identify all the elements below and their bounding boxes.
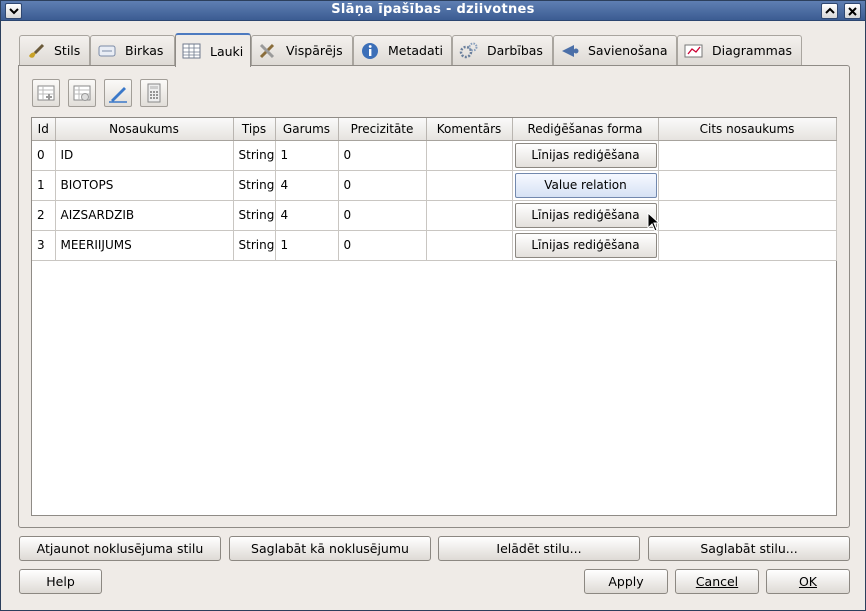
col-header-length[interactable]: Garums — [275, 118, 339, 141]
new-column-icon — [37, 85, 55, 101]
cell-type[interactable]: String — [233, 230, 276, 261]
cell-id[interactable]: 0 — [32, 140, 56, 171]
cell-alias[interactable] — [658, 140, 837, 171]
cell-id[interactable]: 2 — [32, 200, 56, 231]
cell-precision[interactable]: 0 — [338, 200, 427, 231]
load-style-button[interactable]: Ielādēt stilu... — [438, 536, 640, 561]
cell-comment[interactable] — [426, 170, 513, 201]
tab-label: Stils — [54, 43, 81, 58]
col-header-comment[interactable]: Komentārs — [426, 118, 513, 141]
cell-type[interactable]: String — [233, 140, 276, 171]
cell-comment[interactable] — [426, 200, 513, 231]
mouse-cursor-icon — [647, 212, 661, 232]
title-bar[interactable]: Slāņa īpašības - dziivotnes — [1, 1, 865, 21]
col-header-id[interactable]: Id — [32, 118, 56, 141]
edit-widget-button[interactable]: Līnijas rediģēšana — [514, 232, 657, 258]
cell-type[interactable]: String — [233, 170, 276, 201]
delete-column-icon — [73, 85, 91, 101]
tab-label: Vispārējs — [286, 43, 343, 58]
cell-comment[interactable] — [426, 230, 513, 261]
cell-length[interactable]: 1 — [275, 230, 339, 261]
col-header-precision[interactable]: Precizitāte — [338, 118, 427, 141]
cell-precision[interactable]: 0 — [338, 230, 427, 261]
table-row[interactable]: 1 BIOTOPS String 4 0 Value relation — [32, 170, 837, 201]
col-header-name[interactable]: Nosaukums — [55, 118, 234, 141]
edit-widget-button[interactable]: Līnijas rediģēšana — [514, 202, 657, 228]
gears-icon — [459, 42, 479, 60]
cell-id[interactable]: 3 — [32, 230, 56, 261]
tab-label: Diagrammas — [712, 43, 793, 58]
label-icon — [97, 42, 117, 60]
delete-column-button[interactable] — [68, 79, 96, 107]
cell-length[interactable]: 4 — [275, 200, 339, 231]
window-title: Slāņa īpašības - dziivotnes — [331, 2, 535, 17]
table-row[interactable]: 3 MEERIIJUMS String 1 0 Līnijas rediģēša… — [32, 230, 837, 261]
cell-alias[interactable] — [658, 230, 837, 261]
col-header-alias[interactable]: Cits nosaukums — [658, 118, 837, 141]
restore-default-style-button[interactable]: Atjaunot noklusējuma stilu — [19, 536, 221, 561]
field-calculator-button[interactable] — [140, 79, 168, 107]
col-header-type[interactable]: Tips — [233, 118, 276, 141]
cell-type[interactable]: String — [233, 200, 276, 231]
tab-diagrammas[interactable]: Diagrammas — [677, 35, 802, 65]
tab-label: Lauki — [210, 43, 244, 59]
cell-name[interactable]: AIZSARDZIB — [55, 200, 234, 231]
table-icon — [182, 42, 202, 60]
tab-savienosana[interactable]: Savienošana — [553, 35, 677, 65]
tab-label: Savienošana — [588, 43, 668, 58]
tab-stils[interactable]: Stils — [19, 35, 90, 65]
diagram-icon — [684, 42, 704, 60]
brush-icon — [26, 42, 46, 60]
cell-length[interactable]: 1 — [275, 140, 339, 171]
cell-length[interactable]: 4 — [275, 170, 339, 201]
cell-edit-widget: Līnijas rediģēšana — [512, 140, 659, 171]
tab-label: Metadati — [388, 43, 444, 58]
edit-pencil-icon — [109, 87, 127, 103]
close-icon — [848, 6, 857, 16]
new-column-button[interactable] — [32, 79, 60, 107]
layer-properties-dialog: Slāņa īpašības - dziivotnes Stils Birkas… — [0, 0, 866, 611]
cell-id[interactable]: 1 — [32, 170, 56, 201]
table-row[interactable]: 2 AIZSARDZIB String 4 0 Līnijas rediģēša… — [32, 200, 837, 231]
join-icon — [560, 42, 580, 60]
calculator-icon — [147, 83, 161, 103]
cell-edit-widget: Līnijas rediģēšana — [512, 230, 659, 261]
chevron-up-icon — [824, 7, 835, 14]
tab-birkas[interactable]: Birkas — [90, 35, 175, 65]
save-as-default-button[interactable]: Saglabāt kā noklusējumu — [229, 536, 431, 561]
save-style-button[interactable]: Saglabāt stilu... — [648, 536, 850, 561]
tab-label: Darbības — [487, 43, 543, 58]
cell-precision[interactable]: 0 — [338, 170, 427, 201]
tab-visparejs[interactable]: Vispārējs — [251, 35, 353, 65]
help-button[interactable]: Help — [19, 569, 102, 594]
table-header-row: Id Nosaukums Tips Garums Precizitāte Kom… — [32, 118, 837, 141]
cell-edit-widget: Līnijas rediģēšana — [512, 200, 659, 231]
fields-tab-panel: Id Nosaukums Tips Garums Precizitāte Kom… — [18, 65, 850, 528]
close-button[interactable] — [844, 3, 861, 19]
apply-button[interactable]: Apply — [584, 569, 668, 594]
edit-widget-button[interactable]: Līnijas rediģēšana — [514, 142, 657, 168]
toggle-edit-button[interactable] — [104, 79, 132, 107]
cell-name[interactable]: MEERIIJUMS — [55, 230, 234, 261]
cancel-button[interactable]: Cancel — [675, 569, 759, 594]
tab-label: Birkas — [125, 43, 164, 58]
cell-alias[interactable] — [658, 200, 837, 231]
tab-lauki[interactable]: Lauki — [175, 33, 251, 67]
tab-darbibas[interactable]: Darbības — [452, 35, 553, 65]
info-icon — [360, 42, 380, 60]
edit-widget-button[interactable]: Value relation — [514, 172, 657, 198]
cell-name[interactable]: ID — [55, 140, 234, 171]
table-row[interactable]: 0 ID String 1 0 Līnijas rediģēšana — [32, 140, 837, 171]
cell-alias[interactable] — [658, 170, 837, 201]
ok-button[interactable]: OK — [766, 569, 850, 594]
fields-table[interactable]: Id Nosaukums Tips Garums Precizitāte Kom… — [31, 117, 837, 516]
col-header-edit-widget[interactable]: Rediģēšanas forma — [512, 118, 659, 141]
cell-name[interactable]: BIOTOPS — [55, 170, 234, 201]
cell-edit-widget: Value relation — [512, 170, 659, 201]
cell-precision[interactable]: 0 — [338, 140, 427, 171]
tools-icon — [258, 42, 278, 60]
tab-metadati[interactable]: Metadati — [353, 35, 452, 65]
cell-comment[interactable] — [426, 140, 513, 171]
maximize-button[interactable] — [821, 3, 838, 19]
